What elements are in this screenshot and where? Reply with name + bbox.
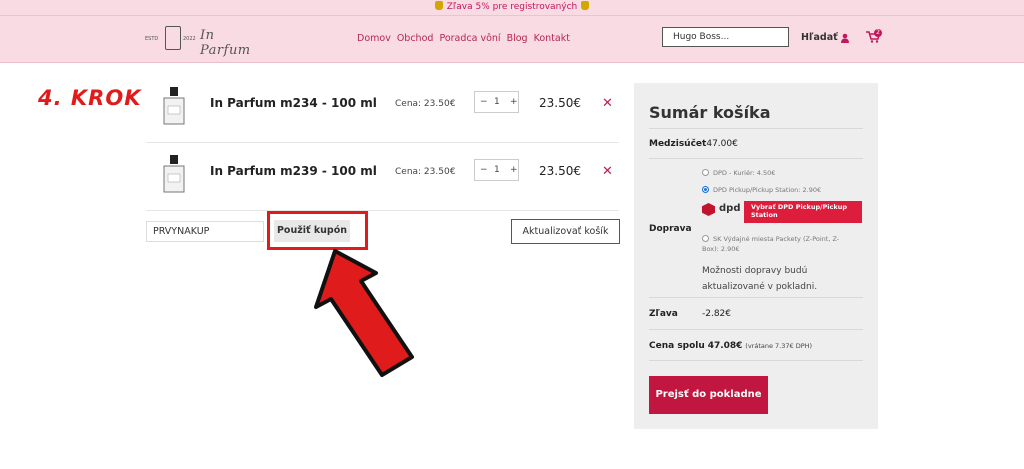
total-value: 47.08€ — [707, 341, 743, 351]
shipping-option-label: DPD Pickup/Pickup Station: 2.90€ — [713, 186, 822, 194]
qty-plus-button[interactable]: + — [510, 92, 518, 112]
cart-summary-panel: Sumár košíka Medzisúčet47.00€ DPD - Kuri… — [634, 83, 878, 429]
qty-minus-button[interactable]: − — [480, 160, 488, 180]
product-name[interactable]: In Parfum m234 - 100 ml — [210, 96, 377, 110]
divider — [649, 360, 863, 361]
cart-count-badge: 2 — [874, 29, 882, 37]
divider — [649, 329, 863, 330]
remove-item-icon[interactable]: ✕ — [602, 164, 613, 179]
nav-item-kontakt[interactable]: Kontakt — [534, 33, 570, 44]
cart-row: In Parfum m239 - 100 ml Cena: 23.50€ − 1… — [146, 142, 619, 211]
radio-button[interactable] — [702, 235, 709, 242]
qty-minus-button[interactable]: − — [480, 92, 488, 112]
subtotal-value: 47.00€ — [706, 139, 738, 149]
select-dpd-pickup-button[interactable]: Vybrať DPD Pickup/Pickup Station — [744, 201, 862, 223]
quantity-stepper[interactable]: − 1 + — [474, 159, 519, 181]
subtotal-row: Medzisúčet47.00€ — [649, 139, 738, 149]
quantity-stepper[interactable]: − 1 + — [474, 91, 519, 113]
logo-estd: ESTD — [145, 36, 159, 42]
radio-button[interactable] — [702, 186, 709, 193]
line-total: 23.50€ — [539, 96, 581, 110]
divider — [649, 128, 863, 129]
promo-bar: Zľava 5% pre registrovaných — [0, 0, 1024, 16]
radio-button[interactable] — [702, 169, 709, 176]
checkout-button[interactable]: Prejsť do pokladne — [649, 376, 768, 414]
logo-year: 2022 — [183, 36, 196, 42]
user-icon[interactable] — [840, 33, 850, 43]
step-annotation: 4. KROK — [38, 86, 142, 110]
promo-text: Zľava 5% pre registrovaných — [446, 2, 578, 12]
qty-value[interactable]: 1 — [494, 92, 500, 112]
annotation-arrow-icon — [314, 249, 414, 377]
logo-script: In Parfum — [200, 28, 251, 58]
bag-icon — [581, 1, 590, 10]
total-label: Cena spolu — [649, 341, 705, 351]
nav-item-poradca[interactable]: Poradca vôní — [439, 33, 500, 44]
cart-row: In Parfum m234 - 100 ml Cena: 23.50€ − 1… — [146, 74, 619, 143]
search-input[interactable]: Hugo Boss... — [662, 27, 789, 47]
dpd-logo-text: dpd — [719, 203, 741, 214]
product-name[interactable]: In Parfum m239 - 100 ml — [210, 164, 377, 178]
shipping-note: Možnosti dopravy budú aktualizované v po… — [702, 266, 818, 292]
discount-value: -2.82€ — [702, 309, 732, 319]
nav-item-blog[interactable]: Blog — [507, 33, 528, 44]
shipping-label: Doprava — [649, 224, 692, 234]
shipping-option[interactable]: DPD Pickup/Pickup Station: 2.90€ — [702, 186, 821, 194]
unit-price: Cena: 23.50€ — [395, 167, 456, 177]
line-total: 23.50€ — [539, 164, 581, 178]
search-button[interactable]: Hľadať — [801, 32, 838, 43]
shipping-option-label: DPD - Kuriér: 4.50€ — [713, 169, 776, 177]
subtotal-label: Medzisúčet — [649, 139, 707, 149]
coupon-input[interactable]: PRVYNAKUP — [146, 221, 264, 242]
summary-title: Sumár košíka — [649, 103, 771, 122]
main-nav: Domov Obchod Poradca vôní Blog Kontakt — [357, 33, 576, 44]
total-vat-note: (vrátane 7.37€ DPH) — [745, 342, 813, 350]
qty-value[interactable]: 1 — [494, 160, 500, 180]
update-cart-button[interactable]: Aktualizovať košík — [511, 219, 620, 244]
divider — [649, 297, 863, 298]
perfume-bottle-icon — [163, 87, 185, 125]
unit-price: Cena: 23.50€ — [395, 99, 456, 109]
qty-plus-button[interactable]: + — [510, 160, 518, 180]
remove-item-icon[interactable]: ✕ — [602, 96, 613, 111]
shipping-option-label: SK Výdajné miesta Packety (Z-Point, Z-Bo… — [702, 235, 840, 253]
dpd-logo: dpd — [702, 203, 741, 217]
total-row: Cena spolu 47.08€ (vrátane 7.37€ DPH) — [649, 341, 812, 351]
divider — [649, 158, 863, 159]
perfume-bottle-logo-icon — [165, 26, 181, 50]
nav-item-obchod[interactable]: Obchod — [397, 33, 434, 44]
bag-icon — [434, 1, 443, 10]
perfume-bottle-icon — [163, 155, 185, 193]
shipping-option[interactable]: SK Výdajné miesta Packety (Z-Point, Z-Bo… — [702, 234, 852, 254]
shipping-option[interactable]: DPD - Kuriér: 4.50€ — [702, 169, 775, 177]
site-logo[interactable]: ESTD 2022 In Parfum — [145, 24, 255, 58]
discount-label: Zľava — [649, 309, 678, 319]
dpd-cube-icon — [702, 203, 715, 216]
nav-item-domov[interactable]: Domov — [357, 33, 391, 44]
